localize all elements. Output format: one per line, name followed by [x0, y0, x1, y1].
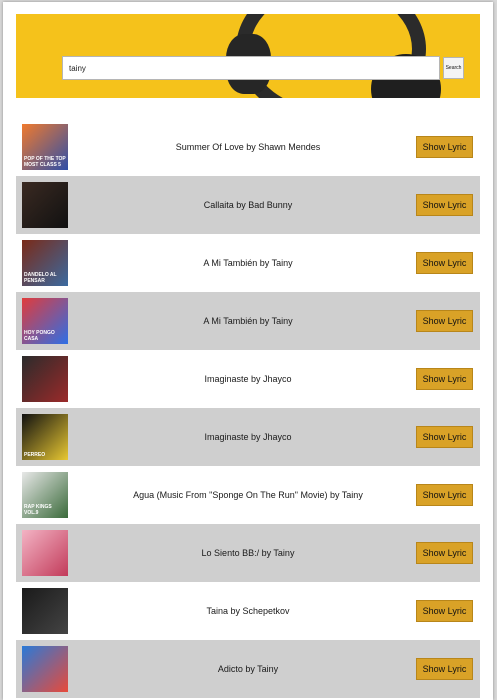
show-lyric-button[interactable]: Show Lyric	[416, 658, 473, 680]
song-title: Callaita by Bad Bunny	[203, 200, 293, 210]
show-lyric-button[interactable]: Show Lyric	[416, 310, 473, 332]
album-cover	[22, 182, 68, 228]
result-row: Imaginaste by Jhayco Show Lyric	[16, 350, 480, 408]
search-bar: Search	[62, 56, 464, 80]
album-cover-text: Dandelo al Pensar	[24, 272, 57, 284]
show-lyric-button[interactable]: Show Lyric	[416, 542, 473, 564]
search-button[interactable]: Search	[443, 57, 464, 79]
hero-banner: Search	[16, 14, 480, 98]
result-row: Adicto by Tainy Show Lyric	[16, 640, 480, 698]
album-cover-text: HOY PONGO CASA	[24, 330, 55, 342]
results-list: POP OF THE TOP MOST CLASS 5 Summer Of Lov…	[16, 118, 480, 698]
song-title: A Mi También by Tainy	[203, 316, 293, 326]
result-row: POP OF THE TOP MOST CLASS 5 Summer Of Lov…	[16, 118, 480, 176]
result-row: Dandelo al Pensar A Mi También by Tainy Sh…	[16, 234, 480, 292]
show-lyric-button[interactable]: Show Lyric	[416, 136, 473, 158]
album-cover-text: RAP KINGS VOL.9	[24, 504, 52, 516]
album-cover	[22, 646, 68, 692]
album-cover: PERREO	[22, 414, 68, 460]
show-lyric-button[interactable]: Show Lyric	[416, 252, 473, 274]
song-title: Lo Siento BB:/ by Tainy	[201, 548, 295, 558]
album-cover	[22, 588, 68, 634]
song-title: Adicto by Tainy	[217, 664, 279, 674]
song-title: Agua (Music From "Sponge On The Run" Mov…	[133, 490, 363, 500]
album-cover: POP OF THE TOP MOST CLASS 5	[22, 124, 68, 170]
album-cover: RAP KINGS VOL.9	[22, 472, 68, 518]
result-row: RAP KINGS VOL.9 Agua (Music From "Sponge …	[16, 466, 480, 524]
album-cover	[22, 356, 68, 402]
song-title: Taina by Schepetkov	[206, 606, 290, 616]
album-cover-text: POP OF THE TOP MOST CLASS 5	[24, 156, 66, 168]
song-title: Summer Of Love by Shawn Mendes	[175, 142, 321, 152]
show-lyric-button[interactable]: Show Lyric	[416, 484, 473, 506]
result-row: Taina by Schepetkov Show Lyric	[16, 582, 480, 640]
show-lyric-button[interactable]: Show Lyric	[416, 600, 473, 622]
search-input[interactable]	[62, 56, 440, 80]
result-row: HOY PONGO CASA A Mi También by Tainy Show …	[16, 292, 480, 350]
song-title: A Mi También by Tainy	[203, 258, 293, 268]
album-cover-text: PERREO	[24, 452, 46, 458]
show-lyric-button[interactable]: Show Lyric	[416, 426, 473, 448]
result-row: PERREO Imaginaste by Jhayco Show Lyric	[16, 408, 480, 466]
album-cover: Dandelo al Pensar	[22, 240, 68, 286]
song-title: Imaginaste by Jhayco	[204, 374, 292, 384]
result-row: Callaita by Bad Bunny Show Lyric	[16, 176, 480, 234]
song-title: Imaginaste by Jhayco	[204, 432, 292, 442]
album-cover	[22, 530, 68, 576]
show-lyric-button[interactable]: Show Lyric	[416, 368, 473, 390]
result-row: Lo Siento BB:/ by Tainy Show Lyric	[16, 524, 480, 582]
show-lyric-button[interactable]: Show Lyric	[416, 194, 473, 216]
page: Search POP OF THE TOP MOST CLASS 5 Summer…	[3, 2, 493, 700]
album-cover: HOY PONGO CASA	[22, 298, 68, 344]
